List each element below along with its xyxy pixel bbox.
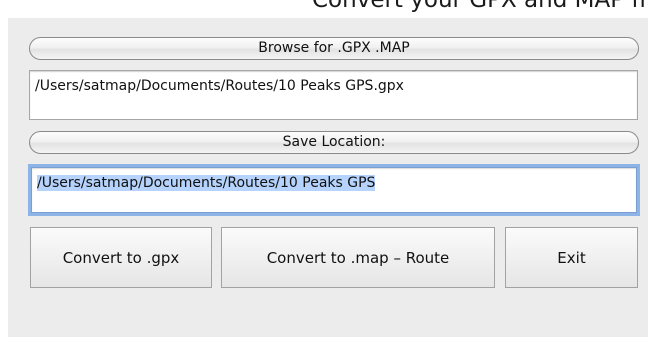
convert-gpx-button[interactable]: Convert to .gpx xyxy=(30,227,212,288)
convert-map-route-label: Convert to .map – Route xyxy=(266,248,450,267)
exit-button[interactable]: Exit xyxy=(505,227,638,288)
save-location-button[interactable]: Save Location: xyxy=(29,131,639,154)
output-path-text: /Users/satmap/Documents/Routes/10 Peaks … xyxy=(37,175,376,191)
output-path-field[interactable]: /Users/satmap/Documents/Routes/10 Peaks … xyxy=(31,167,637,213)
convert-map-route-button[interactable]: Convert to .map – Route xyxy=(221,227,495,288)
exit-label: Exit xyxy=(557,248,586,267)
clipped-heading: Convert your GPX and MAP files xyxy=(312,0,648,13)
top-strip: Convert your GPX and MAP files xyxy=(0,0,648,18)
input-path-field[interactable]: /Users/satmap/Documents/Routes/10 Peaks … xyxy=(29,70,638,120)
input-path-text: /Users/satmap/Documents/Routes/10 Peaks … xyxy=(35,78,404,94)
convert-gpx-label: Convert to .gpx xyxy=(62,248,180,267)
browse-button[interactable]: Browse for .GPX .MAP xyxy=(29,37,639,60)
